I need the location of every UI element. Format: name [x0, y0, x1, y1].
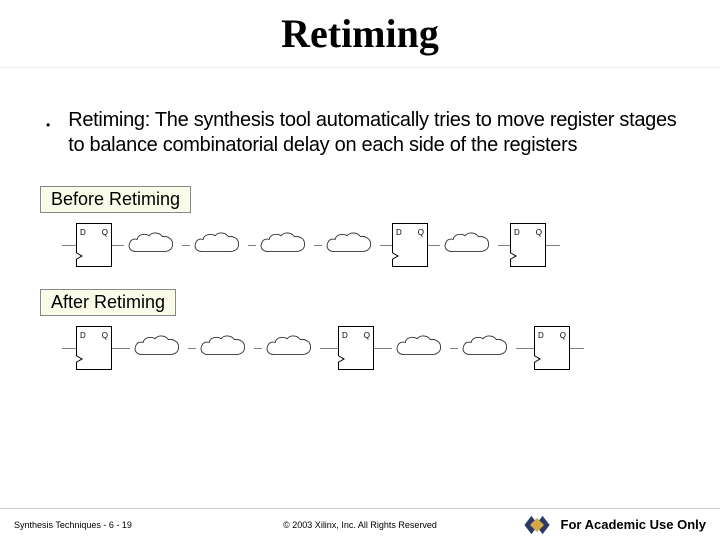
- wire: [254, 348, 262, 349]
- flip-flop-icon: D Q: [510, 223, 546, 267]
- flop-d-label: D: [80, 228, 86, 237]
- flip-flop-icon: D Q: [338, 326, 374, 370]
- flop-q-label: Q: [102, 331, 108, 340]
- logic-cloud-icon: [256, 231, 314, 259]
- wire: [62, 245, 76, 246]
- wire: [450, 348, 458, 349]
- flip-flop-icon: D Q: [76, 223, 112, 267]
- wire: [516, 348, 534, 349]
- logic-cloud-icon: [190, 231, 248, 259]
- wire: [374, 348, 392, 349]
- wire: [112, 245, 124, 246]
- logic-cloud-icon: [322, 231, 380, 259]
- logic-cloud-icon: [196, 334, 254, 362]
- flop-q-label: Q: [536, 228, 542, 237]
- footer-right-text: For Academic Use Only: [561, 517, 706, 532]
- after-section: After Retiming D Q D Q: [40, 289, 680, 372]
- flop-q-label: Q: [418, 228, 424, 237]
- wire: [570, 348, 584, 349]
- logic-cloud-icon: [458, 334, 516, 362]
- flip-flop-icon: D Q: [76, 326, 112, 370]
- flop-q-label: Q: [560, 331, 566, 340]
- bullet-item: • Retiming: The synthesis tool automatic…: [40, 108, 680, 158]
- flip-flop-icon: D Q: [534, 326, 570, 370]
- wire: [248, 245, 256, 246]
- bullet-text: Retiming: The synthesis tool automatical…: [68, 108, 680, 158]
- logic-cloud-icon: [262, 334, 320, 362]
- flop-d-label: D: [538, 331, 544, 340]
- logic-cloud-icon: [124, 231, 182, 259]
- footer-left: Synthesis Techniques - 6 - 19: [14, 520, 245, 530]
- footer: Synthesis Techniques - 6 - 19 © 2003 Xil…: [0, 508, 720, 540]
- footer-center: © 2003 Xilinx, Inc. All Rights Reserved: [245, 520, 476, 530]
- flip-flop-icon: D Q: [392, 223, 428, 267]
- flop-d-label: D: [342, 331, 348, 340]
- after-label: After Retiming: [40, 289, 176, 316]
- slide-title: Retiming: [0, 0, 720, 68]
- before-section: Before Retiming D Q D Q: [40, 186, 680, 269]
- logic-cloud-icon: [392, 334, 450, 362]
- wire: [182, 245, 190, 246]
- slide-body: • Retiming: The synthesis tool automatic…: [0, 68, 720, 372]
- xilinx-logo-icon: [523, 513, 551, 537]
- after-diagram: D Q D Q D: [40, 324, 680, 372]
- footer-right: For Academic Use Only: [475, 513, 706, 537]
- before-label: Before Retiming: [40, 186, 191, 213]
- flop-q-label: Q: [364, 331, 370, 340]
- before-diagram: D Q D Q D: [40, 221, 680, 269]
- wire: [380, 245, 392, 246]
- flop-d-label: D: [514, 228, 520, 237]
- wire: [314, 245, 322, 246]
- flop-d-label: D: [396, 228, 402, 237]
- wire: [498, 245, 510, 246]
- wire: [546, 245, 560, 246]
- wire: [428, 245, 440, 246]
- flop-q-label: Q: [102, 228, 108, 237]
- wire: [320, 348, 338, 349]
- logic-cloud-icon: [440, 231, 498, 259]
- bullet-marker: •: [40, 108, 50, 132]
- logic-cloud-icon: [130, 334, 188, 362]
- wire: [62, 348, 76, 349]
- wire: [188, 348, 196, 349]
- flop-d-label: D: [80, 331, 86, 340]
- wire: [112, 348, 130, 349]
